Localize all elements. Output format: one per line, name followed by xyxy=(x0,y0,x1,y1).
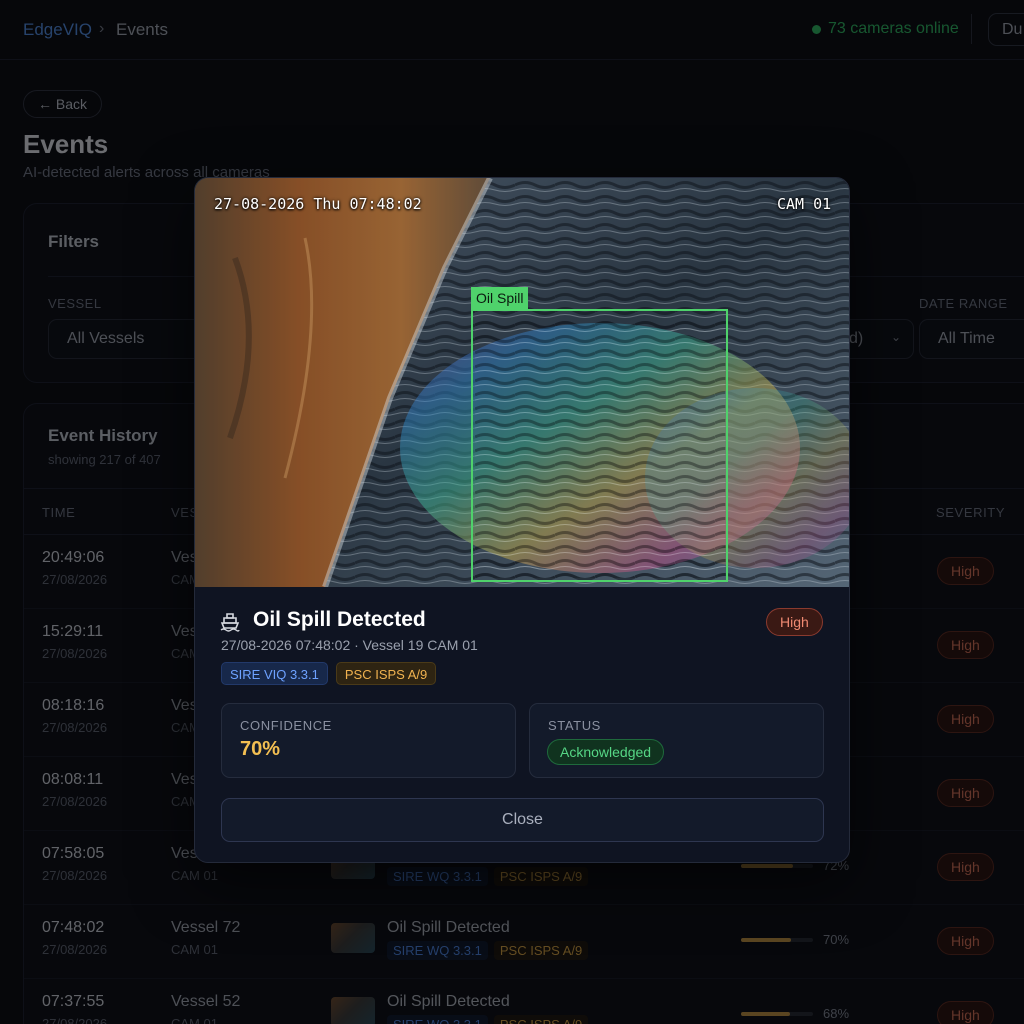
event-detail-modal: 27-08-2026 Thu 07:48:02 CAM 01 Oil Spill… xyxy=(194,177,850,863)
sire-tag: SIRE VIQ 3.3.1 xyxy=(221,662,328,685)
confidence-card: CONFIDENCE 70% xyxy=(221,703,516,778)
severity-badge: High xyxy=(766,608,823,636)
modal-title: Oil Spill Detected xyxy=(253,608,426,631)
ship-icon xyxy=(220,613,240,632)
close-button[interactable]: Close xyxy=(221,798,824,842)
camera-snapshot: 27-08-2026 Thu 07:48:02 CAM 01 Oil Spill xyxy=(195,178,849,587)
osd-camera-id: CAM 01 xyxy=(777,195,832,213)
detection-bounding-box xyxy=(471,309,728,582)
status-label: STATUS xyxy=(548,718,601,733)
status-card: STATUS Acknowledged xyxy=(529,703,824,778)
detection-label: Oil Spill xyxy=(471,287,529,309)
osd-timestamp: 27-08-2026 Thu 07:48:02 xyxy=(214,195,422,213)
psc-tag: PSC ISPS A/9 xyxy=(335,662,437,685)
status-badge: Acknowledged xyxy=(547,739,665,765)
confidence-label: CONFIDENCE xyxy=(240,718,332,733)
confidence-value: 70% xyxy=(240,738,281,760)
event-meta: 27/08-2026 07:48:02 · Vessel 19 CAM 01 xyxy=(221,637,478,653)
regulation-tags: SIRE VIQ 3.3.1 PSC ISPS A/9 xyxy=(221,662,437,685)
